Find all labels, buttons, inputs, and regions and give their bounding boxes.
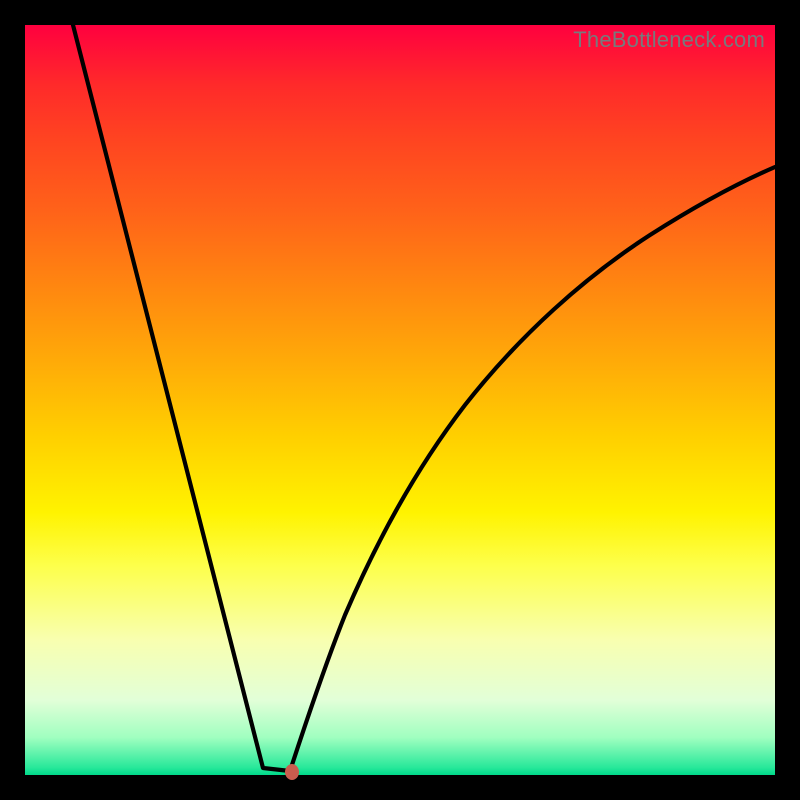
bottleneck-curve — [25, 25, 775, 775]
curve-path — [73, 25, 775, 771]
optimum-marker — [285, 764, 299, 780]
plot-area: TheBottleneck.com — [25, 25, 775, 775]
chart-frame: TheBottleneck.com — [0, 0, 800, 800]
